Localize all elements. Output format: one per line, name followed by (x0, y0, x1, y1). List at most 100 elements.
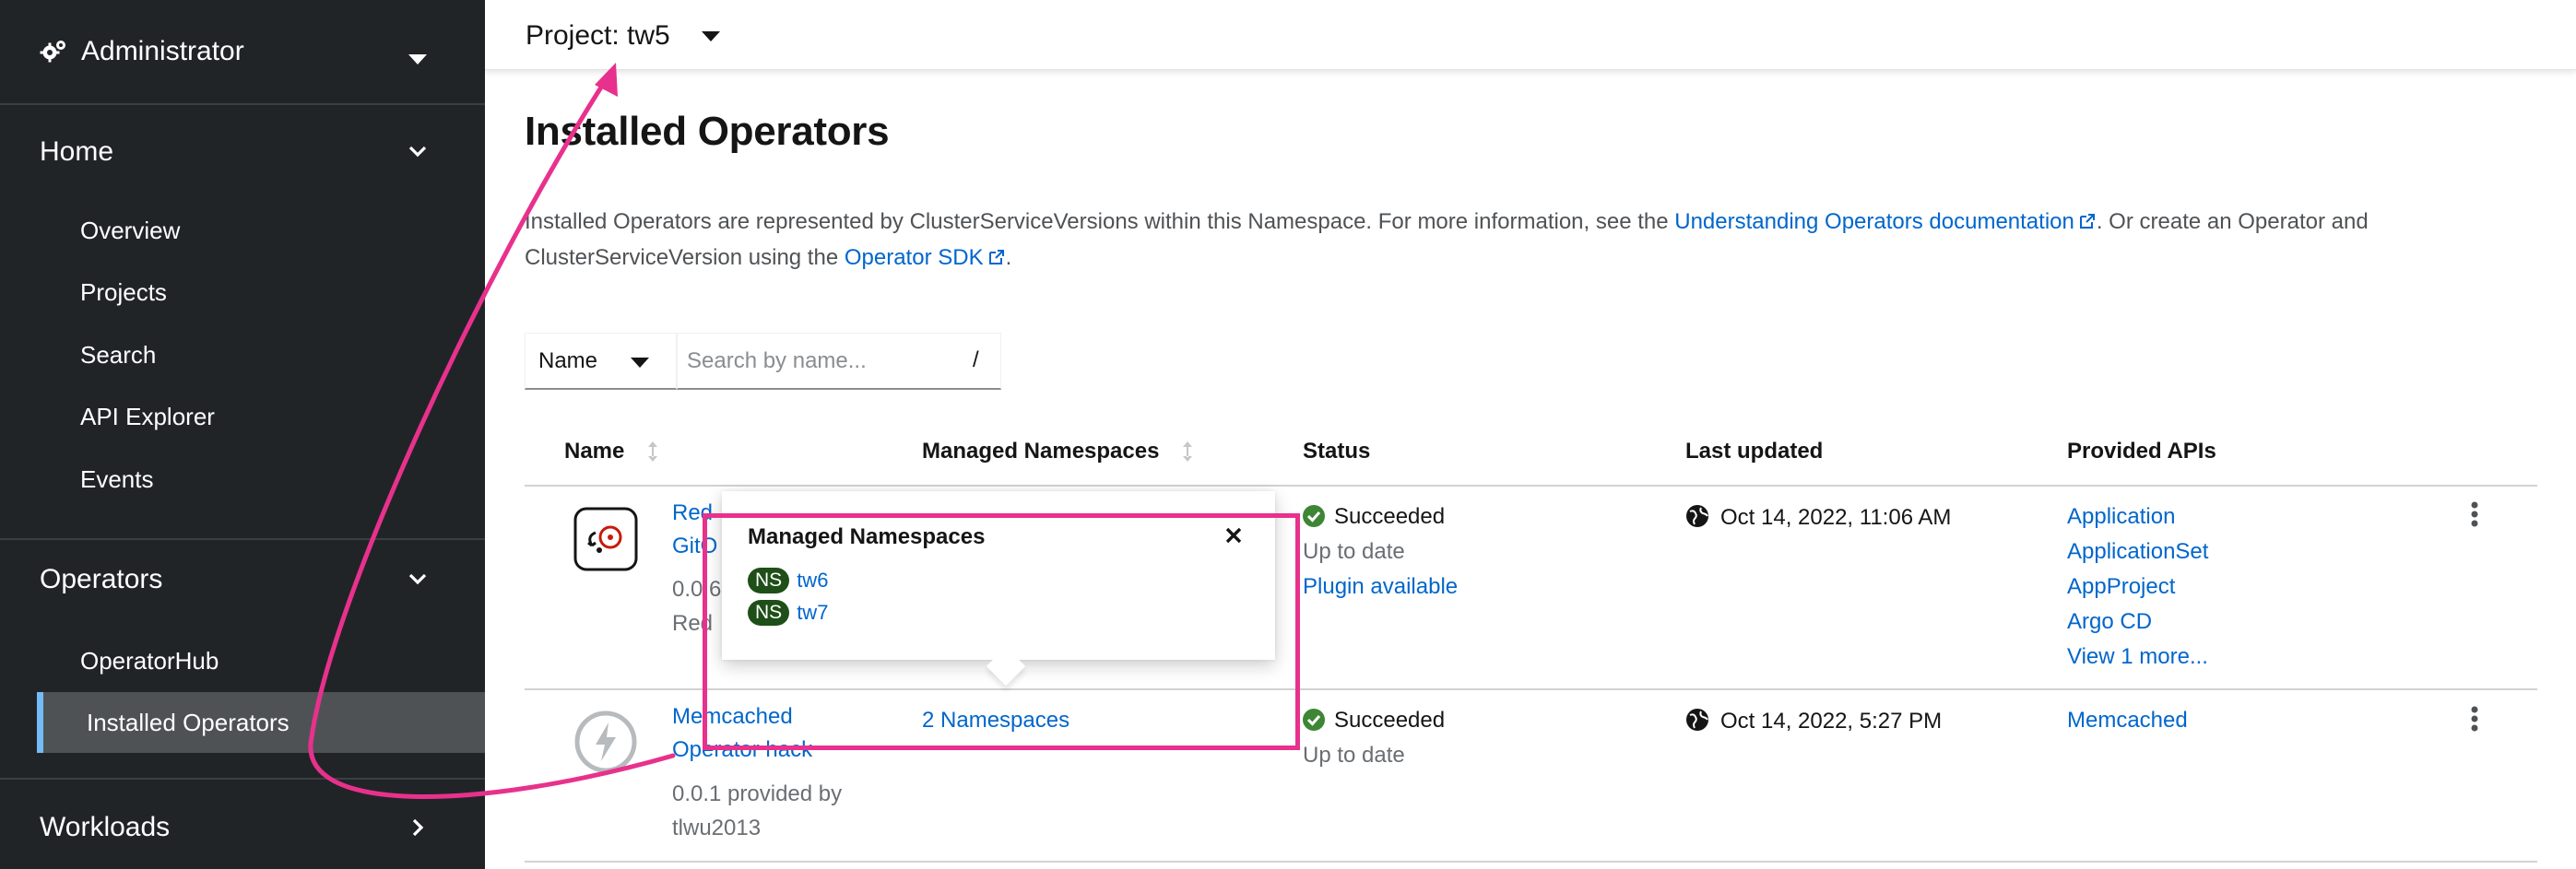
nav-section-operators[interactable]: Operators (0, 550, 485, 609)
page-description: Installed Operators are represented by C… (525, 204, 2498, 276)
check-circle-icon (1303, 709, 1325, 731)
ns-badge: NS (748, 568, 790, 593)
check-circle-icon (1303, 505, 1325, 527)
operator-default-logo-icon (574, 710, 637, 773)
globe-icon (1686, 709, 1708, 731)
provided-api-link[interactable]: Memcached (2067, 708, 2188, 734)
plugin-available-link[interactable]: Plugin available (1303, 574, 1458, 600)
chevron-right-icon (412, 818, 424, 837)
column-header-label: Status (1303, 439, 1371, 464)
last-updated-text: Oct 14, 2022, 5:27 PM (1720, 709, 1943, 734)
filter-type-select[interactable]: Name (525, 333, 677, 390)
caret-down-icon (408, 54, 427, 65)
table-row-divider (525, 861, 2537, 863)
operator-provider: tlwu2013 (672, 816, 762, 840)
popover-title: Managed Namespaces (748, 524, 986, 549)
nav-section-label: Operators (40, 564, 163, 594)
last-updated-text: Oct 14, 2022, 11:06 AM (1720, 505, 1952, 530)
namespace-item[interactable]: NS tw6 (748, 568, 828, 593)
column-header-label: Managed Namespaces (922, 439, 1160, 464)
project-bar: Project: tw5 (485, 0, 2576, 70)
nav-section-home[interactable]: Home (0, 123, 485, 182)
ns-badge: NS (748, 600, 790, 626)
operator-name-link[interactable]: GitO (672, 534, 717, 559)
sidebar-item-label: Projects (80, 277, 167, 306)
cogs-icon (40, 41, 65, 63)
page-title: Installed Operators (525, 109, 890, 154)
operator-sdk-link[interactable]: Operator SDK (845, 245, 1006, 270)
link-text: Operator SDK (844, 245, 984, 270)
column-header-name[interactable]: Name (564, 439, 659, 464)
operator-version: 0.0.1 provided by (672, 781, 843, 806)
perspective-switcher[interactable]: Administrator (0, 0, 485, 105)
table-row-divider (525, 688, 2537, 690)
operator-name-link[interactable]: Memcached (672, 704, 793, 730)
sidebar-item-label: API Explorer (80, 402, 215, 430)
sidebar-item-events[interactable]: Events (0, 449, 485, 510)
nav-divider (0, 538, 485, 540)
nav-section-label: Workloads (40, 812, 171, 842)
nav-divider (0, 778, 485, 780)
search-input[interactable] (687, 341, 963, 382)
perspective-label: Administrator (81, 36, 244, 66)
close-icon[interactable] (1224, 526, 1243, 545)
caret-down-icon (631, 358, 649, 368)
view-more-link[interactable]: View 1 more... (2067, 644, 2208, 670)
project-label: Project: tw5 (526, 20, 670, 51)
project-dropdown[interactable]: Project: tw5 (526, 13, 720, 59)
description-text: Installed Operators are represented by C… (525, 209, 1675, 234)
kebab-menu-icon[interactable] (2471, 501, 2478, 527)
provided-api-link[interactable]: AppProject (2067, 574, 2175, 600)
sidebar-item-label: Overview (80, 216, 181, 244)
operator-name-link[interactable]: Red (672, 500, 713, 526)
column-header-last-updated: Last updated (1685, 439, 1823, 464)
sidebar-item-api-explorer[interactable]: API Explorer (0, 386, 485, 447)
sort-icon (1183, 441, 1193, 462)
sidebar-item-search[interactable]: Search (0, 324, 485, 385)
gitops-operator-logo-icon (573, 507, 638, 571)
provided-api-link[interactable]: ApplicationSet (2067, 539, 2208, 565)
sidebar-item-installed-operators[interactable]: Installed Operators (37, 692, 485, 753)
chevron-down-icon (408, 573, 427, 585)
managed-namespaces-link[interactable]: 2 Namespaces (922, 708, 1069, 734)
sidebar-item-label: Events (80, 464, 154, 493)
nav-section-workloads[interactable]: Workloads (0, 798, 485, 857)
search-shortcut-hint: / (973, 347, 979, 372)
sidebar-item-operatorhub[interactable]: OperatorHub (0, 630, 485, 691)
status-detail: Up to date (1303, 743, 1405, 768)
sidebar: Administrator Home Overview Projects Sea… (0, 0, 485, 869)
operator-name-link[interactable]: Operator hack (672, 737, 812, 763)
column-header-label: Name (564, 439, 625, 464)
nav-section-label: Home (40, 136, 114, 167)
sidebar-item-label: Installed Operators (87, 708, 290, 736)
globe-icon (1686, 505, 1708, 527)
caret-down-icon (701, 30, 720, 41)
external-link-icon (2079, 214, 2095, 229)
search-field: / (677, 333, 1001, 390)
sidebar-item-overview[interactable]: Overview (0, 200, 485, 261)
provided-api-link[interactable]: Argo CD (2067, 609, 2152, 635)
sidebar-item-projects[interactable]: Projects (0, 262, 485, 323)
column-header-status: Status (1303, 439, 1370, 464)
namespace-item[interactable]: NS tw7 (748, 600, 828, 626)
table-row-divider (525, 485, 2537, 487)
column-header-managed-namespaces[interactable]: Managed Namespaces (922, 439, 1194, 464)
chevron-down-icon (408, 146, 427, 158)
understanding-operators-link[interactable]: Understanding Operators documentation (1674, 209, 2097, 234)
external-link-icon (988, 250, 1004, 264)
status-text: Succeeded (1334, 708, 1446, 733)
column-header-label: Last updated (1685, 439, 1824, 464)
description-text: . (1005, 245, 1012, 270)
namespace-link: tw6 (797, 569, 829, 592)
managed-namespaces-popover: Managed Namespaces NS tw6 NS tw7 (722, 491, 1275, 687)
last-updated: Oct 14, 2022, 11:06 AM (1685, 504, 1951, 531)
kebab-menu-icon[interactable] (2471, 706, 2478, 732)
column-header-provided-apis: Provided APIs (2067, 439, 2216, 464)
popover-arrow (986, 646, 1026, 687)
status-text: Succeeded (1334, 504, 1446, 529)
namespace-link: tw7 (797, 601, 829, 624)
status-detail: Up to date (1303, 539, 1405, 564)
column-header-label: Provided APIs (2067, 439, 2216, 464)
provided-api-link[interactable]: Application (2067, 504, 2175, 530)
operator-provider: Red (672, 611, 714, 636)
